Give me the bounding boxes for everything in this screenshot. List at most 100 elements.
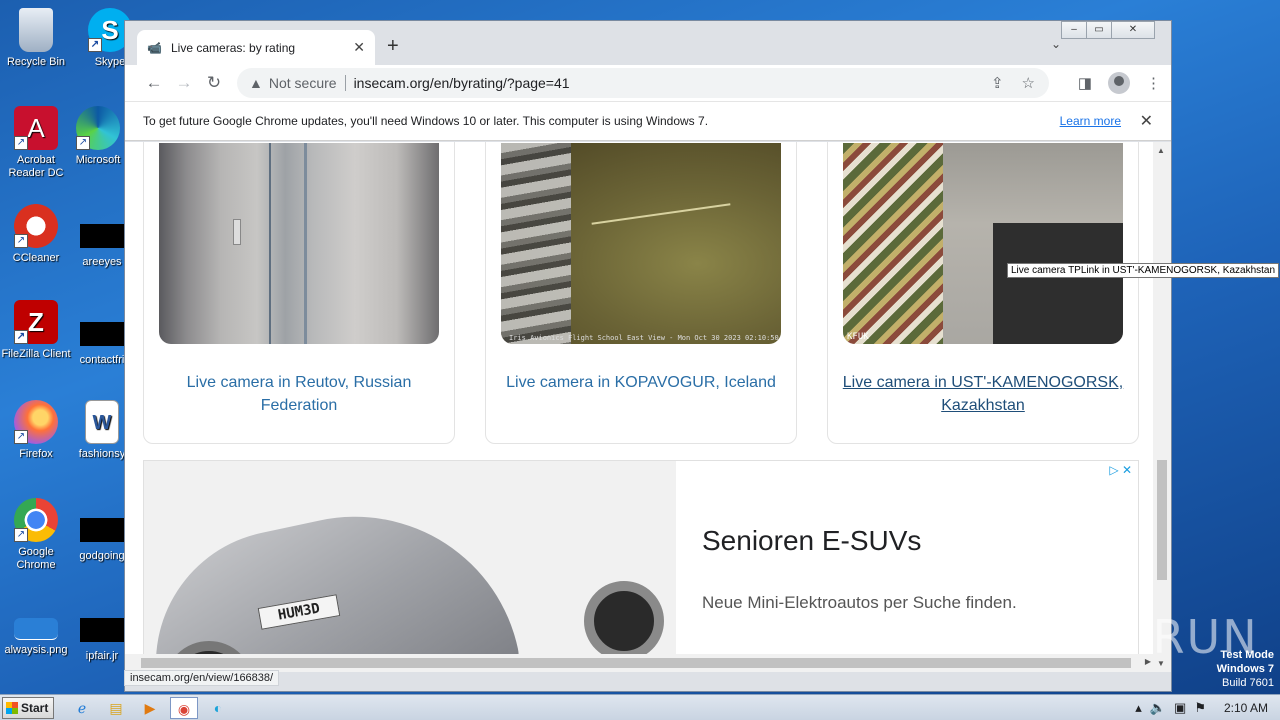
window-controls: – ▭ ✕ <box>1061 21 1155 39</box>
windows-flag-icon <box>6 701 18 714</box>
scroll-up-arrow-icon[interactable]: ▲ <box>1157 146 1165 155</box>
not-secure-label[interactable]: Not secure <box>269 75 337 91</box>
reload-button[interactable]: ↻ <box>199 73 229 93</box>
shortcut-arrow-icon: ↗ <box>76 136 90 150</box>
filezilla-icon: Z ↗ <box>14 300 58 344</box>
divider <box>344 75 346 91</box>
camera-thumbnail[interactable] <box>159 143 439 344</box>
share-icon[interactable]: ⇪ <box>991 74 1004 92</box>
warning-icon[interactable]: ▲ <box>249 75 263 91</box>
desktop-icon-label: Acrobat Reader DC <box>8 154 64 179</box>
test-mode-label: Test Mode Windows 7 Build 7601 <box>1217 648 1274 690</box>
desktop-icon-label: Skype <box>94 56 126 68</box>
tab-close-icon[interactable]: ✕ <box>353 39 365 56</box>
taskbar-chrome-icon[interactable]: ◉ <box>170 696 198 719</box>
taskbar-ie-icon[interactable]: ℯ <box>68 697 96 719</box>
parked-cars <box>501 143 571 344</box>
camera-thumbnail[interactable]: KFUK <box>843 143 1123 344</box>
ccleaner-icon: ↗ <box>14 204 58 248</box>
test-mode-text: Test Mode <box>1220 649 1274 661</box>
tab-search-chevron-icon[interactable]: ⌄ <box>1051 37 1061 51</box>
taskbar-explorer-icon[interactable]: ▤ <box>102 697 130 719</box>
desktop-icon-alwaysis[interactable]: alwaysis.png <box>0 618 72 657</box>
ad-subline[interactable]: Neue Mini-Elektroautos per Suche finden. <box>702 593 1017 613</box>
word-doc-icon: W <box>85 400 119 444</box>
taskbar-media-player-icon[interactable]: ▶ <box>136 697 164 719</box>
ad-car-image[interactable]: HUM3D <box>144 461 676 672</box>
bookmark-star-icon[interactable]: ☆ <box>1022 74 1035 92</box>
camera-card[interactable]: Live camera in Reutov, Russian Federatio… <box>143 142 455 444</box>
tab-strip: 📹 Live cameras: by rating ✕ + ⌄ – ▭ ✕ <box>125 21 1171 65</box>
camera-label: KFUK <box>847 332 869 342</box>
camera-caption-link[interactable]: Live camera in KOPAVOGUR, Iceland <box>496 371 786 394</box>
update-infobar: To get future Google Chrome updates, you… <box>125 101 1171 141</box>
desktop-icon-label: Google Chrome <box>16 546 56 571</box>
desktop-icon-firefox[interactable]: ↗ Firefox <box>0 400 72 461</box>
vertical-scroll-thumb[interactable] <box>1157 460 1167 580</box>
tab-title: Live cameras: by rating <box>171 40 296 55</box>
taskbar-edge-icon[interactable]: ◐ <box>204 697 232 719</box>
desktop-icon-recycle-bin[interactable]: Recycle Bin <box>0 8 72 69</box>
desktop-icon-label: CCleaner <box>12 252 60 264</box>
parking-line <box>591 203 731 225</box>
tab-live-cameras[interactable]: 📹 Live cameras: by rating ✕ <box>137 30 375 65</box>
advertisement[interactable]: HUM3D Senioren E-SUVs Neue Mini-Elektroa… <box>143 460 1139 672</box>
taskbar: Start ℯ ▤ ▶ ◉ ◐ ▴ 🔈 ▣ ⚑ 2:10 AM <box>0 694 1280 720</box>
desktop-icon-label: fashionsy <box>78 448 126 460</box>
tray-expand-icon[interactable]: ▴ <box>1135 700 1142 716</box>
desktop-icon-label: contactfri <box>79 354 125 366</box>
desktop-icon-label: godgoing <box>79 550 125 562</box>
shortcut-arrow-icon: ↗ <box>14 234 28 248</box>
omnibox-actions: ⇪ ☆ <box>991 74 1035 92</box>
acrobat-icon: A ↗ <box>14 106 58 150</box>
address-bar[interactable]: ▲ Not secure insecam.org/en/byrating/?pa… <box>237 68 1049 98</box>
file-icon <box>80 618 124 642</box>
browser-toolbar: ← → ↻ ▲ Not secure insecam.org/en/byrati… <box>125 65 1171 101</box>
horizontal-scroll-thumb[interactable] <box>141 658 1131 668</box>
desktop-icon-label: Microsoft <box>75 154 121 166</box>
start-button[interactable]: Start <box>2 696 54 719</box>
network-icon[interactable]: ▣ <box>1174 700 1186 716</box>
windows-version-text: Windows 7 <box>1216 663 1274 675</box>
camera-timestamp: Iris Avionics Flight School East View - … <box>509 334 779 342</box>
file-icon <box>80 224 124 248</box>
volume-icon[interactable]: 🔈 <box>1150 700 1166 716</box>
forward-button[interactable]: → <box>169 73 199 93</box>
minimize-button[interactable]: – <box>1061 21 1087 39</box>
camera-card[interactable]: Iris Avionics Flight School East View - … <box>485 142 797 444</box>
menu-kebab-icon[interactable]: ⋮ <box>1146 74 1161 92</box>
page-content: Live camera in Reutov, Russian Federatio… <box>125 142 1155 672</box>
horizontal-scrollbar[interactable]: ▶ <box>125 654 1155 672</box>
shortcut-arrow-icon: ↗ <box>14 136 28 150</box>
side-panel-icon[interactable]: ◨ <box>1078 74 1092 92</box>
infobar-close-icon[interactable]: ✕ <box>1140 111 1153 131</box>
action-center-flag-icon[interactable]: ⚑ <box>1194 700 1206 716</box>
maximize-button[interactable]: ▭ <box>1086 21 1112 39</box>
file-icon <box>80 322 124 346</box>
adchoices-icon[interactable]: ▷ ✕ <box>1109 463 1132 477</box>
infobar-message: To get future Google Chrome updates, you… <box>143 114 709 128</box>
close-window-button[interactable]: ✕ <box>1111 21 1155 39</box>
ad-headline[interactable]: Senioren E-SUVs <box>702 525 921 557</box>
camera-thumbnail[interactable]: Iris Avionics Flight School East View - … <box>501 143 781 344</box>
start-label: Start <box>21 700 49 715</box>
desktop-icon-ccleaner[interactable]: ↗ CCleaner <box>0 204 72 265</box>
chrome-icon: ↗ <box>14 498 58 542</box>
vertical-scrollbar[interactable]: ▲ ▼ <box>1153 142 1171 672</box>
profile-avatar-icon[interactable] <box>1108 72 1130 94</box>
desktop-icon-chrome[interactable]: ↗ Google Chrome <box>0 498 72 572</box>
back-button[interactable]: ← <box>139 73 169 93</box>
chrome-window: 📹 Live cameras: by rating ✕ + ⌄ – ▭ ✕ ← … <box>124 20 1172 692</box>
new-tab-button[interactable]: + <box>387 35 399 58</box>
elevator-door-gap <box>269 143 271 344</box>
camera-card[interactable]: KFUK Live camera in UST'-KAMENOGORSK, Ka… <box>827 142 1139 444</box>
car-rear-wheel <box>584 581 664 661</box>
desktop-icon-filezilla[interactable]: Z ↗ FileZilla Client <box>0 300 72 361</box>
learn-more-link[interactable]: Learn more <box>1060 114 1121 128</box>
shortcut-arrow-icon: ↗ <box>14 330 28 344</box>
toolbar-right: ◨ ⋮ <box>1078 72 1161 94</box>
camera-caption-link[interactable]: Live camera in UST'-KAMENOGORSK, Kazakhs… <box>838 371 1128 417</box>
url-text[interactable]: insecam.org/en/byrating/?page=41 <box>354 75 570 91</box>
clock[interactable]: 2:10 AM <box>1224 701 1268 715</box>
camera-caption-link[interactable]: Live camera in Reutov, Russian Federatio… <box>154 371 444 417</box>
